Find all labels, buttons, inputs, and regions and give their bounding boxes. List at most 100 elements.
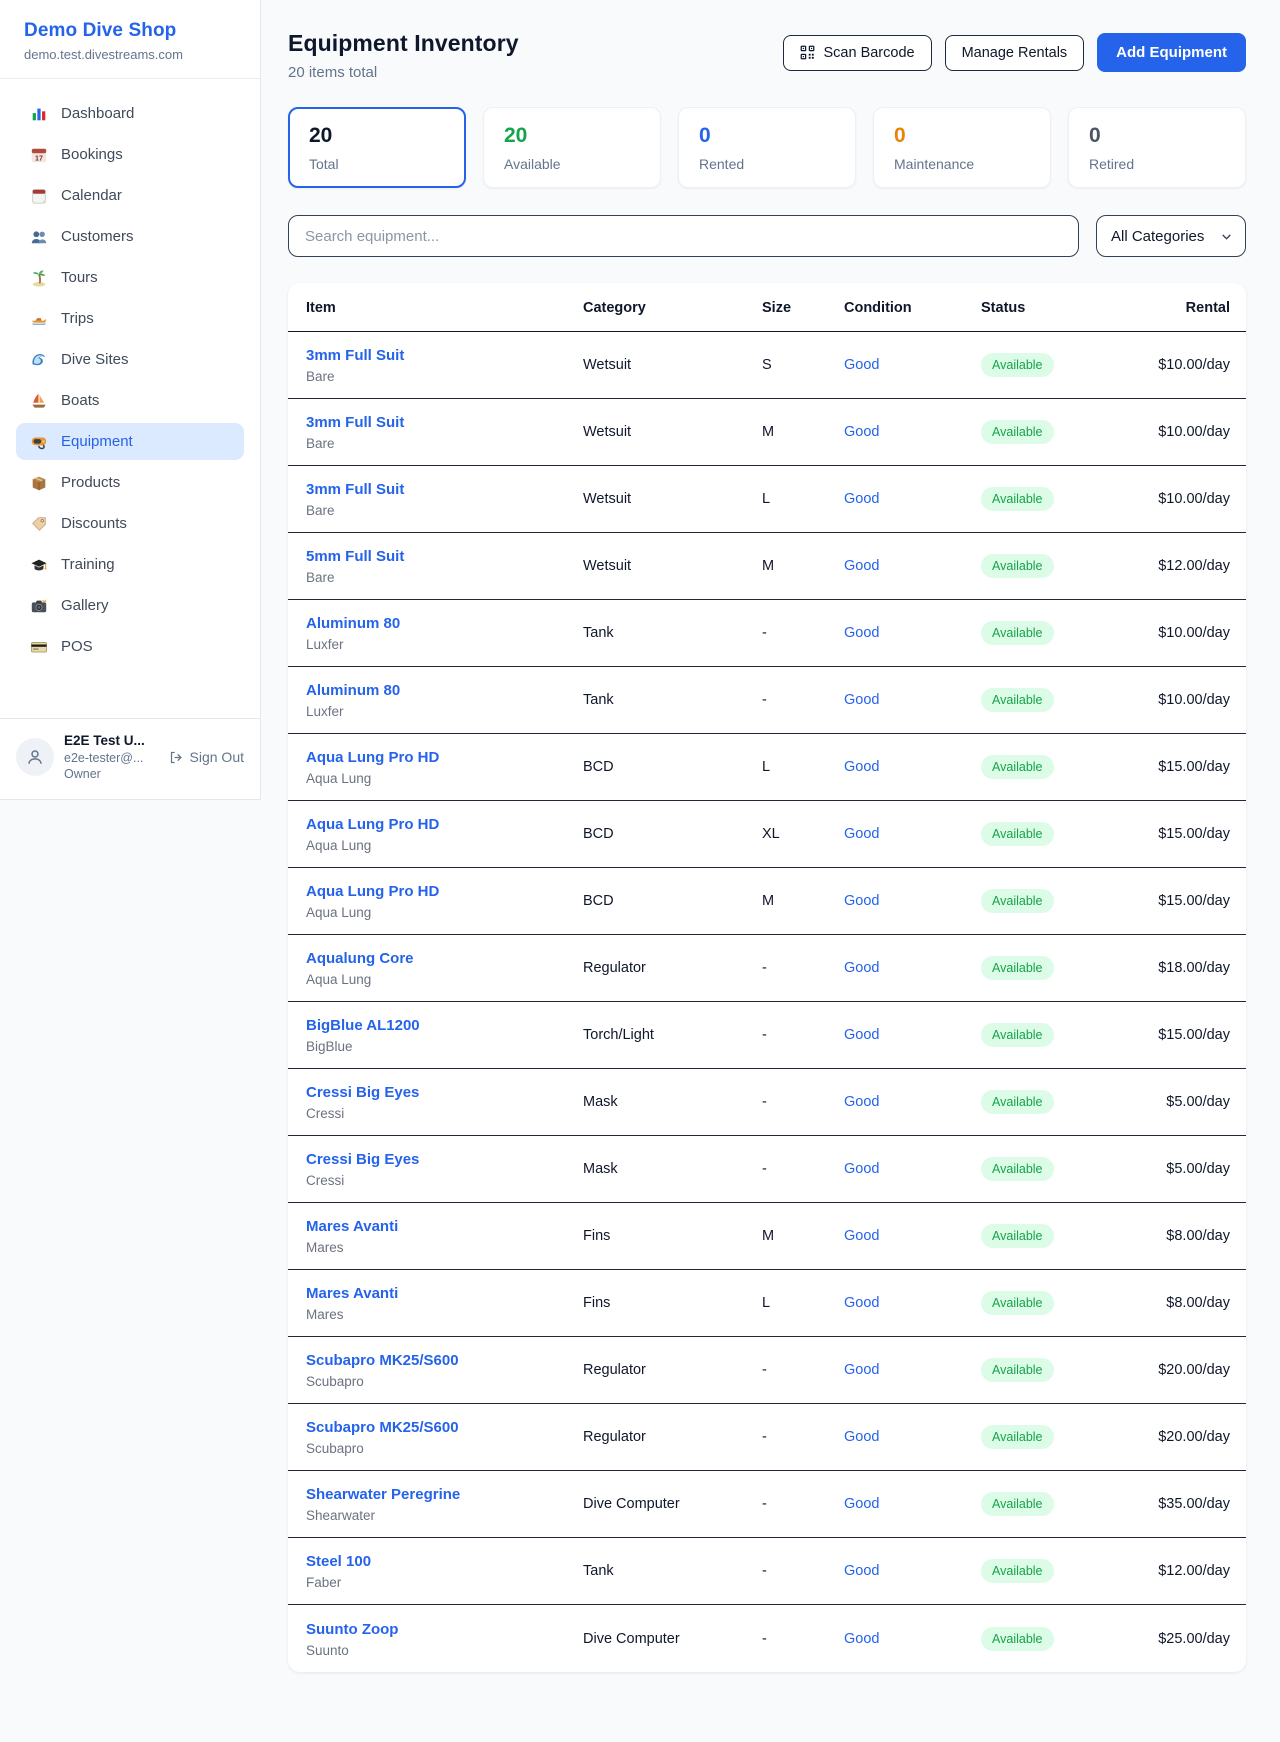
item-cell: Aqua Lung Pro HDAqua Lung (306, 748, 583, 786)
status-badge: Available (981, 1291, 1054, 1315)
status-badge: Available (981, 1224, 1054, 1248)
item-cell: Aqua Lung Pro HDAqua Lung (306, 882, 583, 920)
item-condition-link[interactable]: Good (844, 625, 879, 641)
stat-card-total[interactable]: 20Total (288, 107, 466, 188)
sidebar-item-pos[interactable]: POS (16, 628, 244, 665)
sidebar-item-calendar[interactable]: Calendar (16, 177, 244, 214)
table-row: Aqualung CoreAqua LungRegulator-GoodAvai… (288, 935, 1246, 1002)
item-name-link[interactable]: 3mm Full Suit (306, 413, 583, 432)
item-condition-link[interactable]: Good (844, 826, 879, 842)
stat-label: Maintenance (894, 156, 1030, 172)
item-cell: Steel 100Faber (306, 1552, 583, 1590)
camera-icon (29, 596, 48, 615)
item-condition-link[interactable]: Good (844, 960, 879, 976)
item-size: - (762, 1362, 844, 1378)
item-condition-link[interactable]: Good (844, 759, 879, 775)
stat-value: 0 (894, 123, 1030, 149)
item-condition-link[interactable]: Good (844, 1429, 879, 1445)
item-name-link[interactable]: Aqualung Core (306, 949, 583, 968)
header-actions: Scan Barcode Manage Rentals Add Equipmen… (783, 33, 1246, 72)
item-name-link[interactable]: Steel 100 (306, 1552, 583, 1571)
sidebar-item-gallery[interactable]: Gallery (16, 587, 244, 624)
sidebar-item-customers[interactable]: Customers (16, 218, 244, 255)
item-cell: Shearwater PeregrineShearwater (306, 1485, 583, 1523)
item-brand: Aqua Lung (306, 838, 583, 853)
item-name-link[interactable]: BigBlue AL1200 (306, 1016, 583, 1035)
sidebar-item-bookings[interactable]: 17Bookings (16, 136, 244, 173)
item-category: Torch/Light (583, 1027, 762, 1043)
sidebar-item-training[interactable]: Training (16, 546, 244, 583)
item-name-link[interactable]: 3mm Full Suit (306, 346, 583, 365)
item-condition-link[interactable]: Good (844, 1027, 879, 1043)
item-condition-link[interactable]: Good (844, 1563, 879, 1579)
item-name-link[interactable]: 3mm Full Suit (306, 480, 583, 499)
item-rental-price: $10.00/day (1070, 692, 1230, 708)
sidebar-item-trips[interactable]: Trips (16, 300, 244, 337)
table-row: Shearwater PeregrineShearwaterDive Compu… (288, 1471, 1246, 1538)
item-name-link[interactable]: Scubapro MK25/S600 (306, 1351, 583, 1370)
item-name-link[interactable]: Cressi Big Eyes (306, 1150, 583, 1169)
category-select[interactable]: All Categories (1096, 215, 1246, 257)
item-category: Fins (583, 1228, 762, 1244)
sidebar-item-label: Calendar (61, 187, 122, 204)
item-name-link[interactable]: Aqua Lung Pro HD (306, 815, 583, 834)
item-name-link[interactable]: Mares Avanti (306, 1217, 583, 1236)
table-row: Mares AvantiMaresFinsMGoodAvailable$8.00… (288, 1203, 1246, 1270)
item-cell: Mares AvantiMares (306, 1217, 583, 1255)
item-size: - (762, 1429, 844, 1445)
status-badge: Available (981, 822, 1054, 846)
item-name-link[interactable]: Aqua Lung Pro HD (306, 882, 583, 901)
status-badge: Available (981, 1090, 1054, 1114)
add-equipment-button[interactable]: Add Equipment (1097, 33, 1246, 72)
sidebar-item-boats[interactable]: Boats (16, 382, 244, 419)
page-title-block: Equipment Inventory 20 items total (288, 30, 519, 81)
stat-card-available[interactable]: 20Available (483, 107, 661, 188)
status-badge: Available (981, 487, 1054, 511)
sidebar-item-label: Products (61, 474, 120, 491)
item-condition-link[interactable]: Good (844, 1228, 879, 1244)
item-name-link[interactable]: Scubapro MK25/S600 (306, 1418, 583, 1437)
item-brand: Aqua Lung (306, 972, 583, 987)
item-condition-link[interactable]: Good (844, 1094, 879, 1110)
stat-card-maintenance[interactable]: 0 Maintenance (873, 107, 1051, 188)
item-name-link[interactable]: Aqua Lung Pro HD (306, 748, 583, 767)
manage-rentals-button[interactable]: Manage Rentals (945, 35, 1085, 71)
item-cell: 3mm Full SuitBare (306, 480, 583, 518)
item-condition-link[interactable]: Good (844, 1161, 879, 1177)
sidebar-item-label: Discounts (61, 515, 127, 532)
sidebar-item-dive-sites[interactable]: Dive Sites (16, 341, 244, 378)
item-name-link[interactable]: Shearwater Peregrine (306, 1485, 583, 1504)
item-rental-price: $15.00/day (1070, 893, 1230, 909)
item-condition-link[interactable]: Good (844, 558, 879, 574)
sign-out-button[interactable]: Sign Out (169, 749, 244, 765)
sidebar-item-discounts[interactable]: Discounts (16, 505, 244, 542)
stat-card-rented[interactable]: 0Rented (678, 107, 856, 188)
sidebar-item-products[interactable]: Products (16, 464, 244, 501)
table-row: Mares AvantiMaresFinsLGoodAvailable$8.00… (288, 1270, 1246, 1337)
item-category: Dive Computer (583, 1496, 762, 1512)
item-name-link[interactable]: Suunto Zoop (306, 1620, 583, 1639)
search-input[interactable] (288, 215, 1079, 257)
item-condition-link[interactable]: Good (844, 1295, 879, 1311)
stat-card-retired[interactable]: 0Retired (1068, 107, 1246, 188)
item-condition-link[interactable]: Good (844, 692, 879, 708)
item-condition-link[interactable]: Good (844, 1362, 879, 1378)
sidebar-item-dashboard[interactable]: Dashboard (16, 95, 244, 132)
item-condition-link[interactable]: Good (844, 1496, 879, 1512)
item-condition-link[interactable]: Good (844, 1631, 879, 1647)
item-name-link[interactable]: 5mm Full Suit (306, 547, 583, 566)
item-name-link[interactable]: Mares Avanti (306, 1284, 583, 1303)
item-condition-link[interactable]: Good (844, 357, 879, 373)
table-row: Scubapro MK25/S600ScubaproRegulator-Good… (288, 1404, 1246, 1471)
page-title: Equipment Inventory (288, 30, 519, 57)
item-condition-link[interactable]: Good (844, 491, 879, 507)
item-condition-link[interactable]: Good (844, 424, 879, 440)
item-name-link[interactable]: Cressi Big Eyes (306, 1083, 583, 1102)
item-condition-link[interactable]: Good (844, 893, 879, 909)
sidebar-item-tours[interactable]: Tours (16, 259, 244, 296)
item-name-link[interactable]: Aluminum 80 (306, 614, 583, 633)
item-cell: Aluminum 80Luxfer (306, 681, 583, 719)
scan-barcode-button[interactable]: Scan Barcode (783, 35, 931, 71)
sidebar-item-equipment[interactable]: Equipment (16, 423, 244, 460)
item-name-link[interactable]: Aluminum 80 (306, 681, 583, 700)
